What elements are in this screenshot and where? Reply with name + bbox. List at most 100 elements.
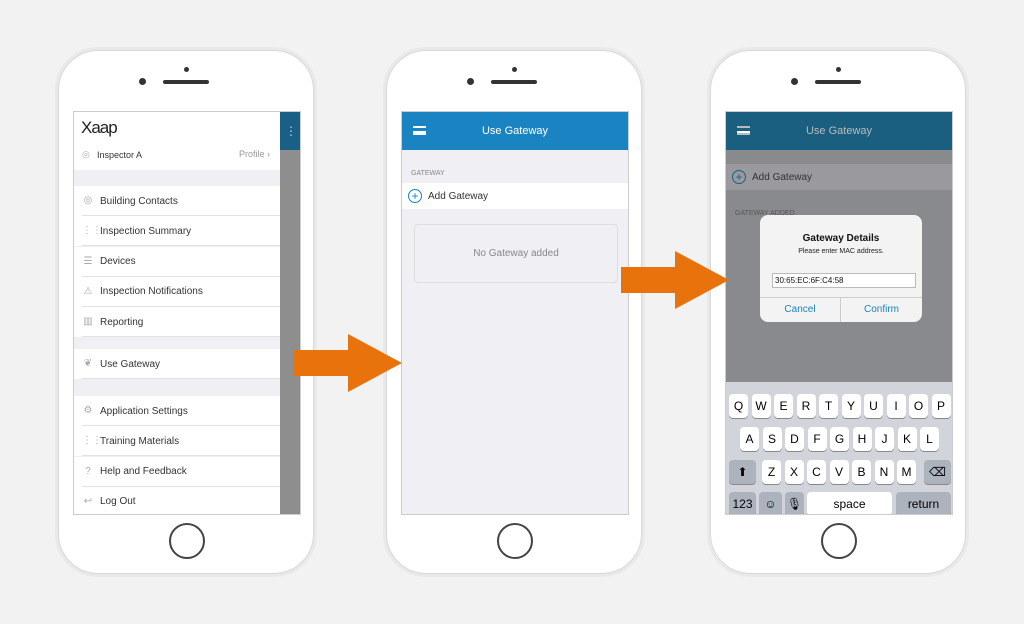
add-gateway-label: Add Gateway [428,190,489,202]
leaf-icon: ❦ [83,358,93,369]
sliders-icon: ⋮⋮ [82,435,102,447]
profile-link[interactable]: Profile › [239,149,270,159]
menu-item-help-and-feedback[interactable]: ? Help and Feedback [74,456,280,487]
keyboard: Q W E R T Y U I O P A S D F G H J K L ⬆ Z X C V B N M ⌫ 123 ☺ 🎙 space re… [726,382,952,514]
menu-item-training-materials[interactable]: ⋮⋮ Training Materials [74,426,280,457]
navbar: Use Gateway [402,112,628,150]
key-r[interactable]: R [796,394,816,418]
sensor [836,67,841,72]
key-u[interactable]: U [864,394,883,418]
checklist-icon: ☰ [83,255,93,267]
menu-item-inspection-notifications[interactable]: ⚠ Inspection Notifications [74,276,280,307]
key-g[interactable]: G [830,427,849,451]
menu-item-application-settings[interactable]: ⚙ Application Settings [74,396,280,426]
chevron-right-icon: › [267,149,270,159]
dialog-title: Gateway Details [802,233,880,244]
camera [791,78,798,85]
delete-key[interactable]: ⌫ [924,460,951,484]
gear-icon: ⚙ [83,405,93,416]
arrow-right-1 [294,334,402,392]
key-m[interactable]: M [897,460,916,484]
menu-item-label: Training Materials [100,435,180,447]
key-y[interactable]: Y [841,394,861,418]
home-button[interactable] [821,523,857,559]
home-button[interactable] [169,523,205,559]
confirm-button[interactable]: Confirm [841,298,922,322]
add-gateway-label: Add Gateway [752,171,813,183]
return-key[interactable]: return [896,492,951,514]
key-t[interactable]: T [819,394,838,418]
home-button[interactable] [497,523,533,559]
key-v[interactable]: V [829,460,849,484]
xaap-logo: Xaap [81,118,118,137]
navbar: Use Gateway [726,112,952,150]
space-key[interactable]: space [807,492,892,514]
cancel-button[interactable]: Cancel [760,298,841,322]
gateway-dialog: Gateway Details Please enter MAC address… [760,215,922,322]
key-i[interactable]: I [886,394,906,418]
menu-item-log-out[interactable]: ↩ Log Out [74,486,280,514]
menu-item-label: Devices [100,256,136,268]
camera [467,78,474,85]
menu-item-building-contacts[interactable]: ◎ Building Contacts [74,186,280,216]
empty-state: No Gateway added [414,224,618,283]
menu-item-label: Inspection Summary [100,225,192,237]
menu-item-label: Help and Feedback [100,466,187,478]
key-x[interactable]: X [784,460,804,484]
menu-item-label: Application Settings [100,405,188,417]
menu-item-label: Log Out [100,496,136,508]
user-name: Inspector A [97,150,143,160]
emoji-key[interactable]: ☺ [759,492,782,514]
drawer-header: Xaap ◎ Inspector A Profile › [74,112,280,170]
menu-item-use-gateway[interactable]: ❦ Use Gateway [74,349,280,379]
menu-icon[interactable] [413,126,426,135]
page-title: Use Gateway [481,125,549,137]
key-o[interactable]: O [909,394,928,418]
key-l[interactable]: L [920,427,939,451]
contacts-icon: ◎ [83,195,93,206]
menu-icon[interactable] [737,126,750,135]
key-f[interactable]: F [807,427,827,451]
help-icon: ? [85,465,91,477]
menu-item-reporting[interactable]: ▥ Reporting [74,307,280,338]
phone-3: Use Gateway + Add Gateway GATEWAY ADDED G… [710,50,966,574]
sliders-icon: ⋮⋮ [82,225,102,237]
camera [139,78,146,85]
menu-item-label: Reporting [100,316,144,328]
key-e[interactable]: E [774,394,793,418]
logout-icon: ↩ [83,495,93,507]
screen-menu: ⋮ Xaap ◎ Inspector A Profile › ◎ Building… [73,111,301,515]
menu-item-devices[interactable]: ☰ Devices [74,246,280,277]
side-drawer: Xaap ◎ Inspector A Profile › ◎ Building C… [74,112,280,514]
menu-item-inspection-summary[interactable]: ⋮⋮ Inspection Summary [74,216,280,247]
arrow-right-2 [621,251,729,309]
key-s[interactable]: S [762,427,782,451]
sensor [512,67,517,72]
key-a[interactable]: A [740,427,759,451]
key-k[interactable]: K [897,427,917,451]
key-b[interactable]: B [852,460,871,484]
phone-2: Use Gateway GATEWAY + Add Gateway No Gate… [386,50,642,574]
key-n[interactable]: N [874,460,894,484]
speaker [815,80,861,84]
key-j[interactable]: J [875,427,894,451]
key-p[interactable]: P [931,394,951,418]
add-gateway-button[interactable]: + Add Gateway [726,164,952,190]
key-z[interactable]: Z [762,460,781,484]
microphone-key[interactable]: 🎙 [785,492,804,514]
plus-circle-icon: + [732,170,746,184]
menu-item-label: Use Gateway [100,358,161,370]
key-q[interactable]: Q [729,394,748,418]
shift-key[interactable]: ⬆ [729,460,756,484]
phone-1: ⋮ Xaap ◎ Inspector A Profile › ◎ Building… [58,50,314,574]
key-c[interactable]: C [807,460,826,484]
plus-circle-icon: + [408,189,422,203]
numbers-key[interactable]: 123 [729,492,756,514]
warning-icon: ⚠ [83,285,93,297]
mac-address-input[interactable]: 30:65:EC:6F:C4:58 [772,273,916,288]
key-h[interactable]: H [852,427,872,451]
add-gateway-button[interactable]: + Add Gateway [402,183,628,209]
key-w[interactable]: W [751,394,771,418]
key-d[interactable]: D [785,427,804,451]
screen-dialog: Use Gateway + Add Gateway GATEWAY ADDED G… [725,111,953,515]
